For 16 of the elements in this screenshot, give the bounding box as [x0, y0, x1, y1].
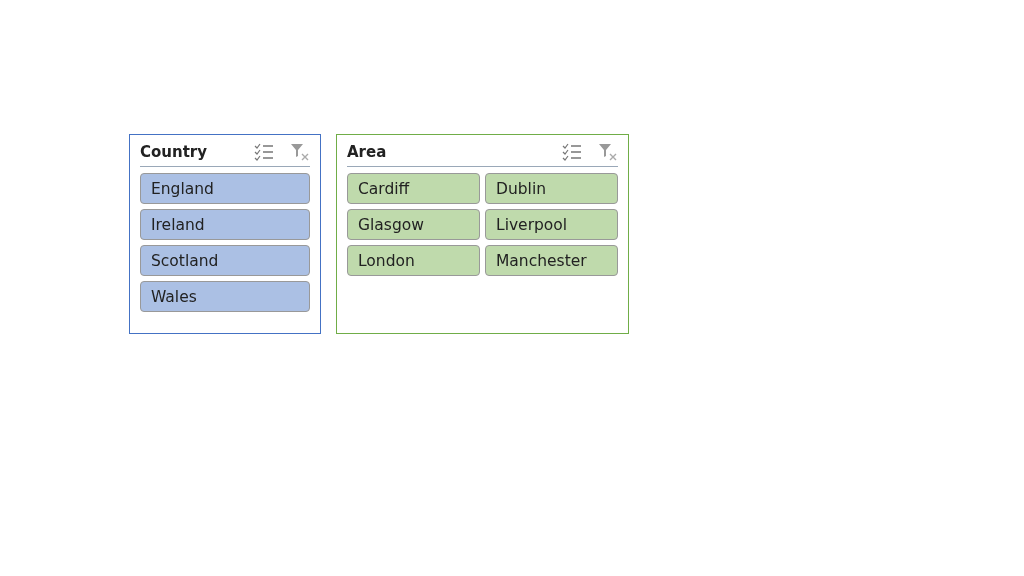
- slicer-title: Area: [347, 143, 388, 161]
- slicer-item[interactable]: Manchester: [485, 245, 618, 276]
- slicer-item[interactable]: Dublin: [485, 173, 618, 204]
- clear-filter-icon[interactable]: [598, 143, 618, 161]
- slicer-title: Country: [140, 143, 209, 161]
- multi-select-icon[interactable]: [562, 143, 582, 161]
- slicer-item[interactable]: Liverpool: [485, 209, 618, 240]
- slicer-item[interactable]: Cardiff: [347, 173, 480, 204]
- clear-filter-icon[interactable]: [290, 143, 310, 161]
- slicer-item[interactable]: Glasgow: [347, 209, 480, 240]
- slicer-item[interactable]: Scotland: [140, 245, 310, 276]
- slicer-item[interactable]: Wales: [140, 281, 310, 312]
- slicer-item[interactable]: England: [140, 173, 310, 204]
- slicer-item[interactable]: Ireland: [140, 209, 310, 240]
- slicer-item[interactable]: London: [347, 245, 480, 276]
- multi-select-icon[interactable]: [254, 143, 274, 161]
